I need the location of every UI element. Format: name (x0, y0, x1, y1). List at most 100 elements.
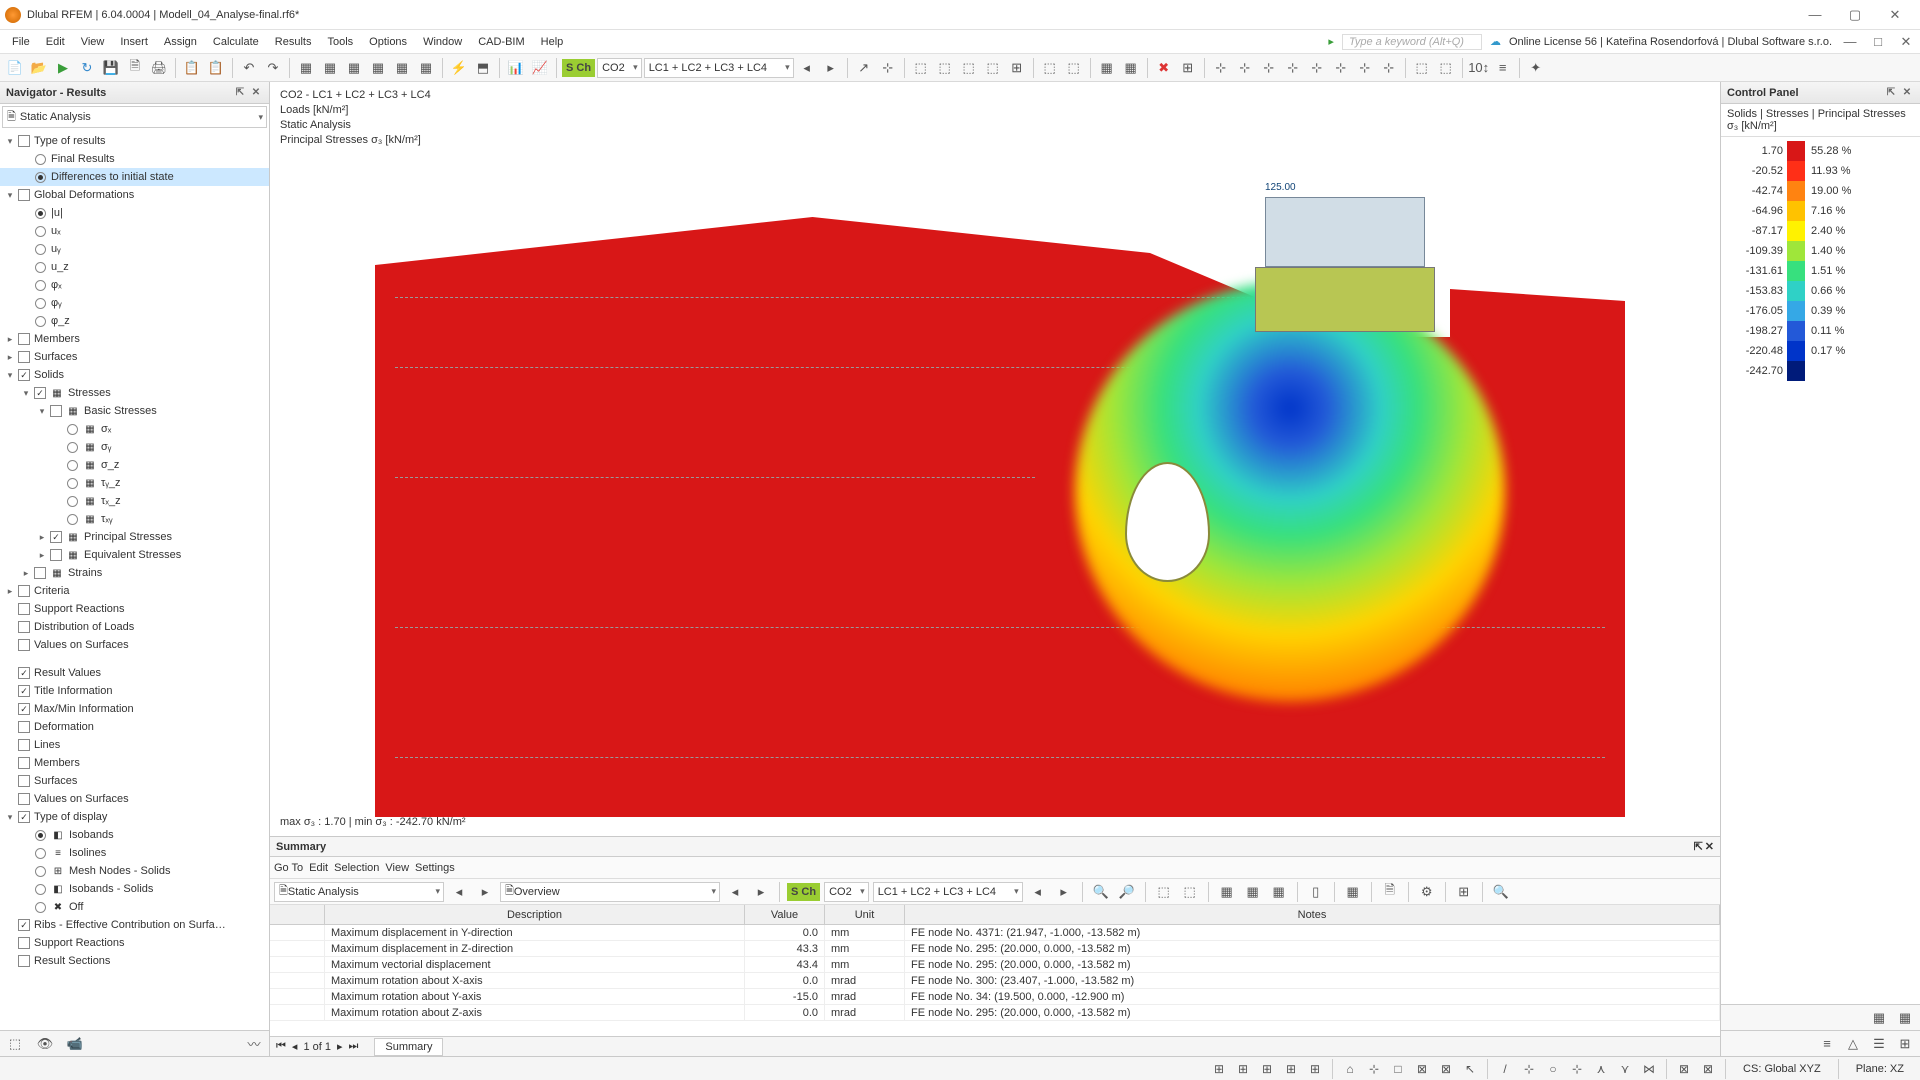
menu-assign[interactable]: Assign (156, 33, 205, 51)
sum-tab-edit[interactable]: Edit (309, 862, 328, 874)
view4-icon[interactable]: ▦ (367, 57, 389, 79)
nextpg-icon[interactable]: ▸ (337, 1040, 343, 1053)
sb8-icon[interactable]: □ (1388, 1060, 1408, 1078)
tree-item[interactable]: ≡Isolines (0, 844, 269, 862)
sum-t7-icon[interactable]: ▦ (1268, 881, 1290, 903)
sum-help-icon[interactable]: 🔍 (1490, 881, 1512, 903)
sum-t5-icon[interactable]: ▦ (1216, 881, 1238, 903)
copy-icon[interactable]: 📋 (181, 57, 203, 79)
tree-item[interactable]: Result Sections (0, 952, 269, 970)
scale-icon[interactable]: 10↕ (1468, 57, 1490, 79)
tree-item[interactable]: ✓Result Values (0, 664, 269, 682)
t20-icon[interactable]: ⊹ (1354, 57, 1376, 79)
t9-icon[interactable]: ⬚ (1063, 57, 1085, 79)
table-row[interactable]: Maximum displacement in Z-direction 43.3… (270, 941, 1720, 957)
cp-c2-icon[interactable]: △ (1842, 1033, 1864, 1055)
t4-icon[interactable]: ⬚ (934, 57, 956, 79)
new-icon[interactable]: 📄 (4, 57, 26, 79)
sb12-icon[interactable]: / (1495, 1060, 1515, 1078)
combination-combo[interactable]: LC1 + LC2 + LC3 + LC4 (644, 58, 794, 78)
menu-help[interactable]: Help (533, 33, 572, 51)
t16-icon[interactable]: ⊹ (1258, 57, 1280, 79)
sb19-icon[interactable]: ⊠ (1674, 1060, 1694, 1078)
tree-item[interactable]: Support Reactions (0, 934, 269, 952)
cp-c3-icon[interactable]: ☰ (1868, 1033, 1890, 1055)
3d-viewport[interactable]: CO2 - LC1 + LC2 + LC3 + LC4 Loads [kN/m²… (270, 82, 1720, 836)
sum-t6-icon[interactable]: ▦ (1242, 881, 1264, 903)
table-row[interactable]: Maximum vectorial displacement 43.4 mm F… (270, 957, 1720, 973)
menu-tools[interactable]: Tools (319, 33, 361, 51)
tree-item[interactable]: Values on Surfaces (0, 790, 269, 808)
undo-icon[interactable]: ↶ (238, 57, 260, 79)
tree-item[interactable]: ▸Surfaces (0, 348, 269, 366)
next-icon[interactable]: ▸ (820, 57, 842, 79)
sb17-icon[interactable]: ⋎ (1615, 1060, 1635, 1078)
table-row[interactable]: Maximum rotation about X-axis 0.0 mrad F… (270, 973, 1720, 989)
sum-prev1-icon[interactable]: ◂ (448, 881, 470, 903)
t6-icon[interactable]: ⬚ (982, 57, 1004, 79)
tree-item[interactable]: ▾✓Solids (0, 366, 269, 384)
view5-icon[interactable]: ▦ (391, 57, 413, 79)
view1-icon[interactable]: ▦ (295, 57, 317, 79)
redo-icon[interactable]: ↷ (262, 57, 284, 79)
filter2-icon[interactable]: ⬒ (472, 57, 494, 79)
cp-c4-icon[interactable]: ⊞ (1894, 1033, 1916, 1055)
keyword-search[interactable]: Type a keyword (Alt+Q) (1342, 34, 1482, 50)
tree-item[interactable]: ▾▦Basic Stresses (0, 402, 269, 420)
menu-options[interactable]: Options (361, 33, 415, 51)
cp-b2-icon[interactable]: ▦ (1894, 1007, 1916, 1029)
sum-t8-icon[interactable]: ▯ (1305, 881, 1327, 903)
view6-icon[interactable]: ▦ (415, 57, 437, 79)
sum-close-icon[interactable]: ✕ (1705, 840, 1714, 853)
t8-icon[interactable]: ⬚ (1039, 57, 1061, 79)
t25-icon[interactable]: ✦ (1525, 57, 1547, 79)
sum-t12-icon[interactable]: ⊞ (1453, 881, 1475, 903)
tree-item[interactable]: ▦τᵧ_z (0, 474, 269, 492)
sb6-icon[interactable]: ⌂ (1340, 1060, 1360, 1078)
tree-item[interactable]: ▦σₓ (0, 420, 269, 438)
sum-pin-icon[interactable]: ⇱ (1694, 840, 1703, 853)
view3-icon[interactable]: ▦ (343, 57, 365, 79)
t23-icon[interactable]: ⬚ (1435, 57, 1457, 79)
paste-icon[interactable]: 📋 (205, 57, 227, 79)
tree-item[interactable]: ▾Type of results (0, 132, 269, 150)
sum-lc-combo[interactable]: CO2 (824, 882, 869, 902)
last-icon[interactable]: ⏭ (349, 1040, 359, 1053)
menu-cad-bim[interactable]: CAD-BIM (470, 33, 532, 51)
grid-tab[interactable]: Summary (374, 1038, 443, 1056)
tree-item[interactable]: Final Results (0, 150, 269, 168)
tree-item[interactable]: Lines (0, 736, 269, 754)
sum-next3-icon[interactable]: ▸ (1053, 881, 1075, 903)
t12-icon[interactable]: ✖ (1153, 57, 1175, 79)
tree-item[interactable]: ▾✓Type of display (0, 808, 269, 826)
mdi-close-button[interactable]: ✕ (1896, 33, 1916, 51)
sb1-icon[interactable]: ⊞ (1209, 1060, 1229, 1078)
t22-icon[interactable]: ⬚ (1411, 57, 1433, 79)
t14-icon[interactable]: ⊹ (1210, 57, 1232, 79)
close-button[interactable]: ✕ (1875, 1, 1915, 29)
cp-close-icon[interactable]: ✕ (1900, 86, 1914, 100)
sum-tab-selection[interactable]: Selection (334, 862, 379, 874)
sum-lcs-combo[interactable]: LC1 + LC2 + LC3 + LC4 (873, 882, 1023, 902)
sb2-icon[interactable]: ⊞ (1233, 1060, 1253, 1078)
table-row[interactable]: Maximum displacement in Y-direction 0.0 … (270, 925, 1720, 941)
tree-item[interactable]: φᵧ (0, 294, 269, 312)
filter-icon[interactable]: ⚡ (448, 57, 470, 79)
sb16-icon[interactable]: ⋏ (1591, 1060, 1611, 1078)
menu-calculate[interactable]: Calculate (205, 33, 267, 51)
tree-item[interactable]: Support Reactions (0, 600, 269, 618)
panel-close-icon[interactable]: ✕ (249, 86, 263, 100)
sum-t10-icon[interactable]: 🗎 (1379, 881, 1401, 903)
play-icon[interactable]: ▸ (1328, 35, 1334, 48)
tree-item[interactable]: Values on Surfaces (0, 636, 269, 654)
tree-item[interactable]: ▦σ_z (0, 456, 269, 474)
t1-icon[interactable]: ↗ (853, 57, 875, 79)
tree-item[interactable]: ◧Isobands (0, 826, 269, 844)
sum-t4-icon[interactable]: ⬚ (1179, 881, 1201, 903)
sum-tab-settings[interactable]: Settings (415, 862, 455, 874)
print-icon[interactable]: 🖨 (148, 57, 170, 79)
tree-item[interactable]: uₓ (0, 222, 269, 240)
sb15-icon[interactable]: ⊹ (1567, 1060, 1587, 1078)
first-icon[interactable]: ⏮ (276, 1040, 286, 1053)
saveas-icon[interactable]: 🗎 (124, 57, 146, 79)
